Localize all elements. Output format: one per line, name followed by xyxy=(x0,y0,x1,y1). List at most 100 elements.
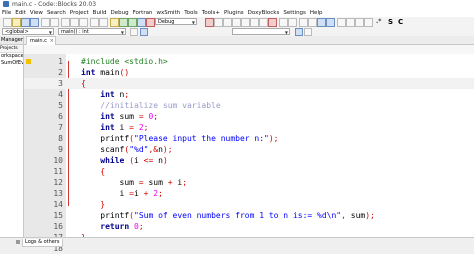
cut-icon[interactable] xyxy=(61,18,70,27)
code-line[interactable]: 7 int i = 2; xyxy=(24,122,474,133)
menu-item-fortran[interactable]: Fortran xyxy=(131,9,155,17)
code-token: int xyxy=(100,112,115,121)
code-line[interactable]: 16 return 0; xyxy=(24,221,474,232)
menu-item-debug[interactable]: Debug xyxy=(108,9,130,17)
step-into-icon[interactable] xyxy=(232,18,241,27)
tree-item[interactable]: orkspace xyxy=(0,53,23,60)
code-line[interactable]: 13 i =i + 2; xyxy=(24,188,474,199)
regex-icon[interactable]: .* xyxy=(376,18,381,26)
menu-item-settings[interactable]: Settings xyxy=(281,9,308,17)
find-next-icon[interactable] xyxy=(295,28,303,36)
code-token: ; xyxy=(158,189,163,198)
code-token: i xyxy=(134,156,144,165)
next-line-icon[interactable] xyxy=(223,18,232,27)
editor-tabs: main.c × xyxy=(24,36,474,45)
code-editor[interactable]: 1 #include <stdio.h> 2 int main() 3{4 int n;… xyxy=(24,54,474,253)
code-line[interactable]: 8 printf("Please input the number n:"); xyxy=(24,133,474,144)
menu-item-project[interactable]: Project xyxy=(68,9,91,17)
editor-panel: main.c × 1 #include <stdio.h> 2 int main() 3{… xyxy=(24,36,474,253)
paste-icon[interactable] xyxy=(79,18,88,27)
code-token: "Please input the number n:" xyxy=(134,134,269,143)
menu-item-wxsmith[interactable]: wxSmith xyxy=(154,9,182,17)
whole-word-icon[interactable] xyxy=(346,18,355,27)
code-line[interactable]: 9 scanf("%d",&n); xyxy=(24,144,474,155)
chevron-down-icon: ▼ xyxy=(120,30,124,35)
code-line[interactable]: 14 } xyxy=(24,199,474,210)
code-token: "Sum of even numbers from 1 to n is:= %d… xyxy=(134,211,342,220)
highlight-icon[interactable] xyxy=(355,18,364,27)
search-icon[interactable] xyxy=(130,28,138,36)
save-icon[interactable] xyxy=(21,18,30,27)
menu-item-doxyblocks[interactable]: DoxyBlocks xyxy=(246,9,282,17)
menu-item-view[interactable]: View xyxy=(28,9,45,17)
selected-text-icon[interactable] xyxy=(364,18,373,27)
run-icon[interactable] xyxy=(119,18,128,27)
code-line[interactable]: 11 { xyxy=(24,166,474,177)
build-target-select[interactable]: Debug ▼ xyxy=(155,18,197,25)
function-select[interactable]: main() : int ▼ xyxy=(58,28,126,35)
code-token: i xyxy=(134,189,144,198)
abort-icon[interactable] xyxy=(146,18,155,27)
step-into-instruction-icon[interactable] xyxy=(259,18,268,27)
find-options-icon[interactable] xyxy=(304,28,312,36)
code-line[interactable]: 1 #include <stdio.h> xyxy=(24,56,474,67)
menu-item-build[interactable]: Build xyxy=(91,9,109,17)
code-token: } xyxy=(100,200,106,209)
find-icon[interactable] xyxy=(90,18,99,27)
code-line[interactable]: 10 while (i <= n) xyxy=(24,155,474,166)
close-icon[interactable]: × xyxy=(50,37,54,45)
code-line[interactable]: 2 int main() xyxy=(24,67,474,78)
step-out-icon[interactable] xyxy=(241,18,250,27)
menu-item-help[interactable]: Help xyxy=(308,9,325,17)
match-case-icon[interactable] xyxy=(337,18,346,27)
line-number: 7 xyxy=(58,123,63,132)
save-all-icon[interactable] xyxy=(30,18,39,27)
build-and-run-icon[interactable] xyxy=(128,18,137,27)
tab-projects[interactable]: Projects xyxy=(0,45,23,53)
copy-icon[interactable] xyxy=(70,18,79,27)
stop-debugger-icon[interactable] xyxy=(268,18,277,27)
menu-item-edit[interactable]: Edit xyxy=(13,9,28,17)
jump-back-icon[interactable] xyxy=(299,18,308,27)
symbol-search-icon[interactable]: S xyxy=(388,18,393,26)
bookmark-icon[interactable] xyxy=(317,18,326,27)
code-token: ; xyxy=(138,222,144,231)
menu-item-plugins[interactable]: Plugins xyxy=(222,9,246,17)
undo-icon[interactable] xyxy=(41,18,50,27)
new-file-icon[interactable] xyxy=(3,18,12,27)
next-instruction-icon[interactable] xyxy=(250,18,259,27)
tab-main-c[interactable]: main.c × xyxy=(26,36,56,45)
code-line[interactable]: 6 int sum = 0; xyxy=(24,111,474,122)
scope-select[interactable]: <global> ▼ xyxy=(2,28,54,35)
code-line[interactable]: 4 int n; xyxy=(24,89,474,100)
run-to-cursor-icon[interactable] xyxy=(214,18,223,27)
jump-forward-icon[interactable] xyxy=(308,18,317,27)
debug-icon[interactable] xyxy=(205,18,214,27)
menu-item-tools[interactable]: Tools xyxy=(182,9,200,17)
menu-item-tools-[interactable]: Tools+ xyxy=(200,9,222,17)
code-line[interactable]: 5 //initialize sum variable xyxy=(24,100,474,111)
jump-icon[interactable] xyxy=(140,28,148,36)
various-info-icon[interactable] xyxy=(288,18,297,27)
comment-icon[interactable]: C xyxy=(398,18,403,26)
code-token: ,& xyxy=(148,145,159,154)
code-token: () xyxy=(119,68,130,77)
code-line[interactable]: 12 sum = sum + i; xyxy=(24,177,474,188)
menu-item-search[interactable]: Search xyxy=(45,9,68,17)
search-input[interactable]: ▼ xyxy=(232,28,290,35)
open-file-icon[interactable] xyxy=(12,18,21,27)
code-line[interactable]: 15 printf("Sum of even numbers from 1 to… xyxy=(24,210,474,221)
line-number: 14 xyxy=(53,200,63,209)
rebuild-icon[interactable] xyxy=(137,18,146,27)
tree-item[interactable]: SumOfEv xyxy=(0,60,23,67)
debug-windows-icon[interactable] xyxy=(279,18,288,27)
bookmark-next-icon[interactable] xyxy=(326,18,335,27)
replace-icon[interactable] xyxy=(99,18,108,27)
code-line[interactable]: 3{ xyxy=(24,78,474,89)
code-token: sum xyxy=(81,178,139,187)
menu-item-file[interactable]: File xyxy=(0,9,13,17)
build-icon[interactable] xyxy=(110,18,119,27)
code-token: ); xyxy=(162,145,173,154)
redo-icon[interactable] xyxy=(50,18,59,27)
